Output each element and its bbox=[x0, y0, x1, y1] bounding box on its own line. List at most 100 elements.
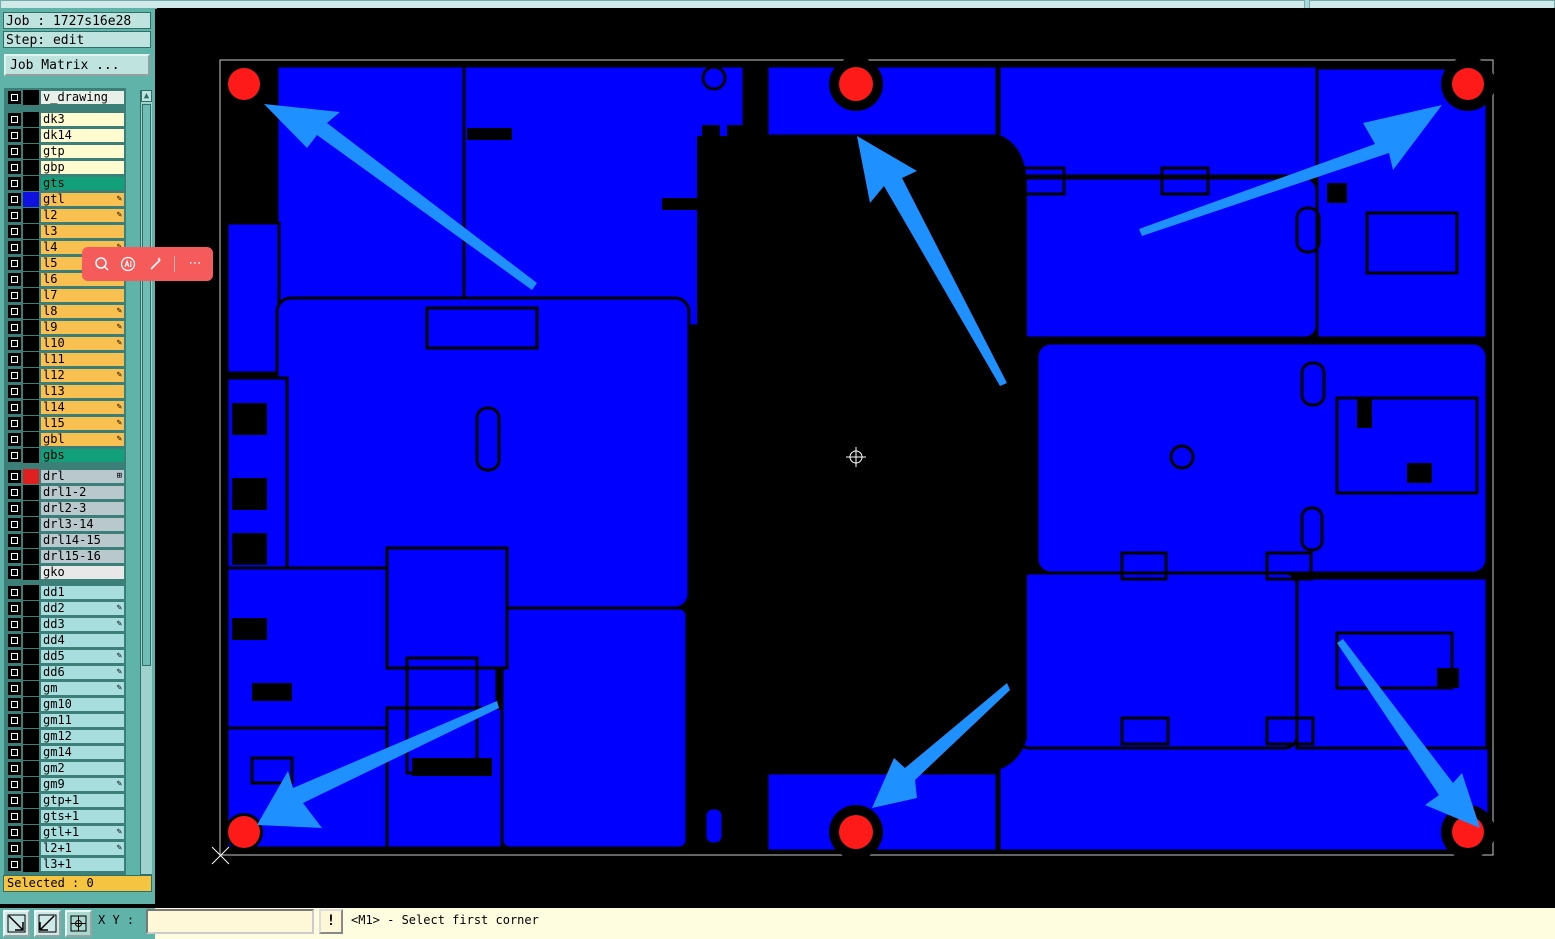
layer-row[interactable]: gbl ✎ bbox=[6, 432, 126, 447]
layer-row[interactable]: gm2 bbox=[6, 761, 126, 776]
layer-name[interactable]: l7 bbox=[41, 289, 124, 302]
layer-color-swatch[interactable] bbox=[23, 160, 39, 175]
layer-name[interactable]: l3 bbox=[41, 225, 124, 238]
layer-checkbox[interactable] bbox=[8, 566, 21, 579]
layer-color-swatch[interactable] bbox=[23, 416, 39, 431]
more-icon[interactable]: ⋯ bbox=[187, 256, 203, 272]
ai-icon[interactable] bbox=[120, 256, 136, 272]
layer-checkbox[interactable] bbox=[8, 161, 21, 174]
layer-color-swatch[interactable] bbox=[23, 144, 39, 159]
layer-row[interactable]: l15 ✎ bbox=[6, 416, 126, 431]
layer-color-swatch[interactable] bbox=[23, 565, 39, 580]
layer-checkbox[interactable] bbox=[8, 193, 21, 206]
layer-row[interactable]: drl15-16 bbox=[6, 549, 126, 564]
layer-name[interactable]: dk14 bbox=[41, 129, 124, 142]
layer-checkbox[interactable] bbox=[8, 518, 21, 531]
snap-icon[interactable] bbox=[3, 910, 30, 937]
layer-name[interactable]: drl3-14 bbox=[41, 518, 124, 531]
layer-row[interactable]: l12 ✎ bbox=[6, 368, 126, 383]
layer-name[interactable]: gts bbox=[41, 177, 124, 190]
search-icon[interactable] bbox=[94, 256, 110, 272]
layer-name[interactable]: gtp+1 bbox=[41, 794, 124, 807]
layer-name[interactable]: dd5 ✎ bbox=[41, 650, 124, 663]
layer-color-swatch[interactable] bbox=[23, 713, 39, 728]
layer-row[interactable]: l13 bbox=[6, 384, 126, 399]
layer-color-swatch[interactable] bbox=[23, 192, 39, 207]
layer-checkbox[interactable] bbox=[8, 586, 21, 599]
layer-checkbox[interactable] bbox=[8, 177, 21, 190]
layer-color-swatch[interactable] bbox=[23, 469, 39, 484]
layer-checkbox[interactable] bbox=[8, 682, 21, 695]
layer-checkbox[interactable] bbox=[8, 449, 21, 462]
layer-name[interactable]: gm9 ✎ bbox=[41, 778, 124, 791]
layer-color-swatch[interactable] bbox=[23, 697, 39, 712]
layer-row[interactable]: dd2 ✎ bbox=[6, 601, 126, 616]
layer-name[interactable]: dd3 ✎ bbox=[41, 618, 124, 631]
layer-name[interactable]: l2+1 ✎ bbox=[41, 842, 124, 855]
layer-row[interactable]: drl3-14 bbox=[6, 517, 126, 532]
layer-name[interactable]: gtp bbox=[41, 145, 124, 158]
layer-row[interactable]: dd6 ✎ bbox=[6, 665, 126, 680]
layer-checkbox[interactable] bbox=[8, 746, 21, 759]
layer-row[interactable]: gm10 bbox=[6, 697, 126, 712]
layer-row[interactable]: drl1-2 bbox=[6, 485, 126, 500]
layer-row[interactable]: dd1 bbox=[6, 585, 126, 600]
layer-name[interactable]: dd2 ✎ bbox=[41, 602, 124, 615]
layer-color-swatch[interactable] bbox=[23, 352, 39, 367]
layer-color-swatch[interactable] bbox=[23, 501, 39, 516]
layer-name[interactable]: gtl+1 ✎ bbox=[41, 826, 124, 839]
layer-checkbox[interactable] bbox=[8, 257, 21, 270]
layer-row[interactable]: gtp bbox=[6, 144, 126, 159]
layer-name[interactable]: l12 ✎ bbox=[41, 369, 124, 382]
layer-color-swatch[interactable] bbox=[23, 128, 39, 143]
layer-row[interactable]: gko bbox=[6, 565, 126, 580]
layer-row[interactable]: gm14 bbox=[6, 745, 126, 760]
layer-row[interactable]: l10 ✎ bbox=[6, 336, 126, 351]
layer-name[interactable]: v_drawing bbox=[41, 91, 124, 104]
layer-checkbox[interactable] bbox=[8, 337, 21, 350]
layer-color-swatch[interactable] bbox=[23, 517, 39, 532]
layer-row[interactable]: gts+1 bbox=[6, 809, 126, 824]
layer-name[interactable]: drl1-2 bbox=[41, 486, 124, 499]
layer-checkbox[interactable] bbox=[8, 225, 21, 238]
layer-name[interactable]: gbl ✎ bbox=[41, 433, 124, 446]
layer-name[interactable]: l10 ✎ bbox=[41, 337, 124, 350]
layer-color-swatch[interactable] bbox=[23, 485, 39, 500]
layer-name[interactable]: gko bbox=[41, 566, 124, 579]
layer-name[interactable]: gm ✎ bbox=[41, 682, 124, 695]
layer-color-swatch[interactable] bbox=[23, 841, 39, 856]
layer-color-swatch[interactable] bbox=[23, 761, 39, 776]
layer-name[interactable]: dd1 bbox=[41, 586, 124, 599]
measure-icon[interactable] bbox=[34, 910, 61, 937]
layer-name[interactable]: l15 ✎ bbox=[41, 417, 124, 430]
layer-name[interactable]: gm14 bbox=[41, 746, 124, 759]
layer-color-swatch[interactable] bbox=[23, 681, 39, 696]
layer-color-swatch[interactable] bbox=[23, 320, 39, 335]
layer-checkbox[interactable] bbox=[8, 842, 21, 855]
layer-row[interactable]: gm ✎ bbox=[6, 681, 126, 696]
layer-color-swatch[interactable] bbox=[23, 432, 39, 447]
layer-row[interactable]: gm9 ✎ bbox=[6, 777, 126, 792]
layer-name[interactable]: drl2-3 bbox=[41, 502, 124, 515]
layer-row[interactable]: l9 ✎ bbox=[6, 320, 126, 335]
layer-color-swatch[interactable] bbox=[23, 256, 39, 271]
layer-row[interactable]: dd3 ✎ bbox=[6, 617, 126, 632]
layer-color-swatch[interactable] bbox=[23, 617, 39, 632]
layer-color-swatch[interactable] bbox=[23, 549, 39, 564]
layer-color-swatch[interactable] bbox=[23, 336, 39, 351]
layer-name[interactable]: l9 ✎ bbox=[41, 321, 124, 334]
layer-name[interactable]: dd4 bbox=[41, 634, 124, 647]
layer-color-swatch[interactable] bbox=[23, 533, 39, 548]
layer-color-swatch[interactable] bbox=[23, 809, 39, 824]
layer-color-swatch[interactable] bbox=[23, 825, 39, 840]
job-matrix-button[interactable]: Job Matrix ... bbox=[4, 54, 150, 76]
layer-color-swatch[interactable] bbox=[23, 601, 39, 616]
layer-color-swatch[interactable] bbox=[23, 585, 39, 600]
layer-color-swatch[interactable] bbox=[23, 288, 39, 303]
layer-name[interactable]: gts+1 bbox=[41, 810, 124, 823]
layer-row[interactable]: gtl ✎ bbox=[6, 192, 126, 207]
grid-icon[interactable] bbox=[65, 910, 92, 937]
layer-name[interactable]: l2 ✎ bbox=[41, 209, 124, 222]
layer-name[interactable]: l13 bbox=[41, 385, 124, 398]
layer-checkbox[interactable] bbox=[8, 401, 21, 414]
